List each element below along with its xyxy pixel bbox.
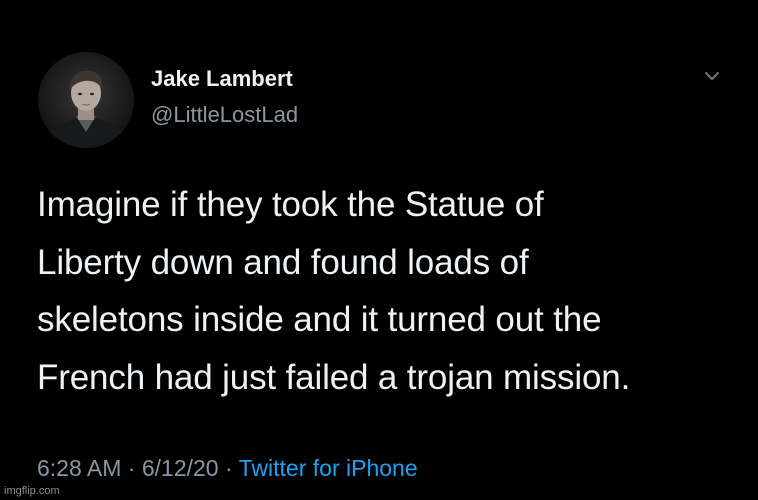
tweet-text: Imagine if they took the Statue of Liber… [37,185,631,397]
tweet-card: Jake Lambert @LittleLostLad Imagine if t… [0,0,758,500]
author-name[interactable]: Jake Lambert [151,66,293,92]
chevron-down-icon[interactable] [700,68,724,86]
watermark: imgflip.com [4,485,60,497]
profile-photo-icon [38,52,134,148]
meta-separator: · [224,455,233,481]
tweet-date[interactable]: 6/12/20 [142,455,219,481]
meta-separator: · [127,455,136,481]
tweet-metadata: 6:28 AM · 6/12/20 · Twitter for iPhone [37,455,418,482]
tweet-source-link[interactable]: Twitter for iPhone [239,455,418,481]
tweet-time[interactable]: 6:28 AM [37,455,121,481]
author-handle[interactable]: @LittleLostLad [151,102,298,128]
author-avatar[interactable] [38,52,134,148]
